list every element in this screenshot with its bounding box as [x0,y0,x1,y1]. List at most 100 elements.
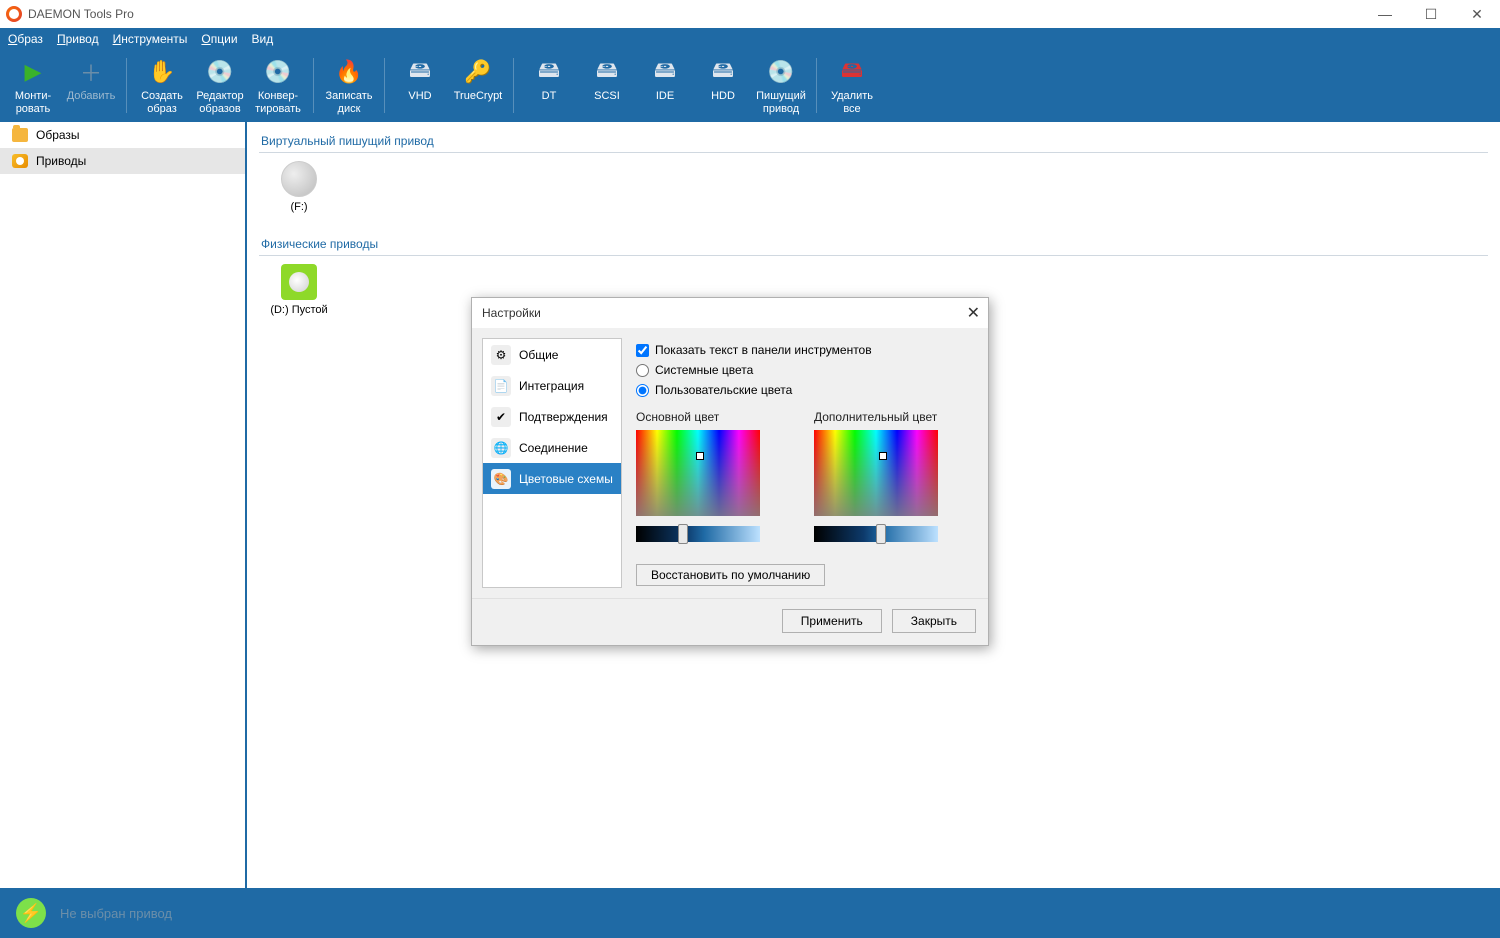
virtual-drive-item[interactable]: (F:) [259,161,339,213]
confirmations-icon: ✔ [491,407,511,427]
general-icon: ⚙ [491,345,511,365]
primary-color-field[interactable] [636,430,760,516]
restore-defaults-button[interactable]: Восстановить по умолчанию [636,564,825,586]
toolbar-scsi[interactable]: 🖴SCSI [578,54,636,117]
primary-color-slider[interactable] [636,526,760,542]
close-button[interactable]: ✕ [1454,0,1500,28]
settings-nav-label: Цветовые схемы [519,472,613,486]
show-toolbar-text-checkbox[interactable]: Показать текст в панели инструментов [636,340,974,360]
menu-образ[interactable]: Образ [8,32,43,46]
convert-icon: 💿 [262,56,294,88]
show-toolbar-text-input[interactable] [636,344,649,357]
add-label: Добавить [67,90,116,103]
menu-привод[interactable]: Привод [57,32,99,46]
settings-nav-integration[interactable]: 📄Интеграция [483,370,621,401]
sidebar-item-drives[interactable]: Приводы [0,148,245,174]
restore-row: Восстановить по умолчанию [636,564,974,586]
slider-thumb[interactable] [678,524,688,544]
slider-thumb[interactable] [876,524,886,544]
menu-инструменты[interactable]: Инструменты [113,32,188,46]
settings-nav-label: Общие [519,348,558,362]
scsi-label: SCSI [594,90,620,103]
toolbar-divider [384,58,385,113]
toolbar-delete-all[interactable]: 🖴Удалить все [823,54,881,117]
sidebar: Образы Приводы [0,122,247,888]
settings-nav-color-schemes[interactable]: 🎨 Цветовые схемы [483,463,621,494]
sidebar-item-images[interactable]: Образы [0,122,245,148]
disc-icon [281,264,317,300]
toolbar: ▶Монти- ровать ＋ Добавить ✋Создать образ💿Ре… [0,50,1500,123]
sidebar-item-label: Приводы [36,154,86,168]
color-schemes-icon: 🎨 [491,469,511,489]
virtual-drive-label: (F:) [290,201,307,213]
minimize-button[interactable]: — [1362,0,1408,28]
settings-dialog: Настройки ✕ ⚙ Общие 📄Интеграция✔Подтвержде… [471,297,989,646]
custom-colors-label: Пользовательские цвета [655,383,792,397]
system-colors-input[interactable] [636,364,649,377]
dialog-close-button[interactable]: ✕ [967,303,980,323]
secondary-color-slider[interactable] [814,526,938,542]
toolbar-create-image[interactable]: ✋Создать образ [133,54,191,117]
writer-icon: 💿 [765,56,797,88]
maximize-button[interactable]: ☐ [1408,0,1454,28]
section-physical-drives: Физические приводы [259,231,1488,256]
physical-drive-item[interactable]: (D:) Пустой [259,264,339,316]
truecrypt-icon: 🔑 [462,56,494,88]
custom-colors-input[interactable] [636,384,649,397]
dialog-titlebar: Настройки ✕ [472,298,988,328]
toolbar-mount[interactable]: ▶Монти- ровать [4,54,62,117]
toolbar-burn[interactable]: 🔥Записать диск [320,54,378,117]
hdd-icon: 🖴 [707,56,739,88]
secondary-color-field[interactable] [814,430,938,516]
menu-вид[interactable]: Вид [252,32,274,46]
toolbar-dt[interactable]: 🖴DT [520,54,578,117]
menu-опции[interactable]: Опции [201,32,237,46]
color-marker[interactable] [696,452,704,460]
ide-icon: 🖴 [649,56,681,88]
toolbar-hdd[interactable]: 🖴 HDD [694,54,752,117]
section-virtual-writer: Виртуальный пишущий привод [259,128,1488,153]
burn-label: Записать диск [325,90,372,115]
truecrypt-label: TrueCrypt [454,90,503,103]
delete-all-icon: 🖴 [836,56,868,88]
mount-icon: ▶ [17,56,49,88]
toolbar-vhd[interactable]: 🖴VHD [391,54,449,105]
window-buttons: — ☐ ✕ [1362,0,1500,28]
toolbar-divider [126,58,127,113]
settings-nav-confirmations[interactable]: ✔Подтверждения [483,401,621,432]
vhd-label: VHD [408,90,431,103]
add-icon: ＋ [75,56,107,88]
statusbar: ⚡ Не выбран привод [0,888,1500,938]
toolbar-ide[interactable]: 🖴IDE [636,54,694,117]
folder-icon [12,128,28,142]
dialog-nav: ⚙ Общие 📄Интеграция✔Подтверждения 🌐 Соединен… [482,338,622,588]
physical-drive-label: (D:) Пустой [270,304,327,316]
toolbar-truecrypt[interactable]: 🔑 TrueCrypt [449,54,507,105]
connection-icon: 🌐 [491,438,511,458]
custom-colors-radio[interactable]: Пользовательские цвета [636,380,974,400]
apply-button[interactable]: Применить [782,609,882,633]
toolbar-convert[interactable]: 💿Конвер- тировать [249,54,307,117]
dt-label: DT [542,90,557,103]
secondary-color-label: Дополнительный цвет [814,410,974,424]
settings-nav-label: Соединение [519,441,588,455]
hdd-label: HDD [711,90,735,103]
toolbar-image-editor[interactable]: 💿Редактор образов [191,54,249,117]
status-text: Не выбран привод [60,906,172,921]
settings-nav-connection[interactable]: 🌐 Соединение [483,432,621,463]
app-icon [6,6,22,22]
sidebar-item-label: Образы [36,128,80,142]
toolbar-writer[interactable]: 💿Пишущий привод [752,54,810,117]
dialog-body: ⚙ Общие 📄Интеграция✔Подтверждения 🌐 Соединен… [472,328,988,598]
system-colors-radio[interactable]: Системные цвета [636,360,974,380]
settings-nav-general[interactable]: ⚙ Общие [483,339,621,370]
burn-icon: 🔥 [333,56,365,88]
toolbar-divider [816,58,817,113]
dialog-title: Настройки [482,306,541,320]
color-marker[interactable] [879,452,887,460]
toolbar-divider [513,58,514,113]
close-dialog-button[interactable]: Закрыть [892,609,976,633]
disc-icon [281,161,317,197]
integration-icon: 📄 [491,376,511,396]
bolt-icon: ⚡ [16,898,46,928]
